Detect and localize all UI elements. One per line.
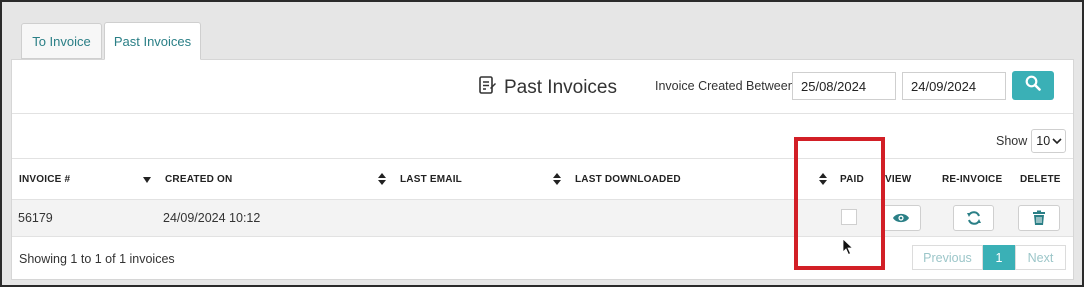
invoices-panel: Past Invoices Invoice Created Between 25… [11, 59, 1074, 280]
table-info: Showing 1 to 1 of 1 invoices [19, 252, 175, 266]
page-title: Past Invoices [478, 75, 617, 101]
date-range-label: Invoice Created Between [655, 79, 795, 93]
table-row: 56179 24/09/2024 10:12 [12, 200, 1073, 237]
next-page-button[interactable]: Next [1015, 245, 1066, 270]
sort-desc-icon[interactable] [143, 175, 151, 189]
page-title-text: Past Invoices [504, 77, 617, 98]
eye-icon [893, 213, 909, 223]
re-invoice-button[interactable] [953, 205, 994, 231]
app-window: To Invoice Past Invoices Past Invoices I… [0, 0, 1084, 287]
column-paid[interactable]: PAID [840, 174, 864, 185]
previous-page-button[interactable]: Previous [912, 245, 983, 270]
column-last-downloaded[interactable]: LAST DOWNLOADED [575, 174, 681, 185]
table-header: INVOICE # CREATED ON LAST EMAIL LAST DOW… [12, 158, 1073, 200]
sort-icon[interactable] [819, 172, 827, 186]
refresh-icon [966, 211, 981, 225]
view-button[interactable] [881, 205, 921, 231]
page-size-select[interactable]: 10 [1031, 129, 1067, 153]
search-icon [1025, 75, 1041, 96]
column-created-on[interactable]: CREATED ON [165, 174, 232, 185]
trash-icon [1033, 210, 1045, 225]
panel-header: Past Invoices Invoice Created Between 25… [12, 60, 1073, 114]
column-last-email[interactable]: LAST EMAIL [400, 174, 462, 185]
column-delete: DELETE [1020, 174, 1061, 185]
column-invoice-number[interactable]: INVOICE # [19, 174, 70, 185]
tab-label: Past Invoices [113, 33, 192, 49]
paid-checkbox[interactable] [841, 209, 857, 225]
show-label: Show [996, 134, 1028, 148]
delete-button[interactable] [1018, 205, 1060, 231]
tab-label: To Invoice [32, 33, 91, 49]
search-button[interactable] [1012, 71, 1054, 100]
column-re-invoice: RE-INVOICE [942, 174, 1003, 185]
sort-icon[interactable] [553, 172, 561, 186]
column-view: VIEW [885, 174, 912, 185]
pagination: Previous 1 Next [912, 245, 1066, 270]
page-size-value: 10 [1036, 134, 1051, 148]
date-to-input[interactable]: 24/09/2024 [902, 72, 1006, 100]
document-edit-icon [478, 75, 496, 101]
sort-icon[interactable] [378, 172, 386, 186]
tab-to-invoice[interactable]: To Invoice [21, 23, 102, 59]
created-on-cell: 24/09/2024 10:12 [163, 211, 261, 225]
invoice-number-cell: 56179 [18, 211, 53, 225]
date-from-input[interactable]: 25/08/2024 [792, 72, 896, 100]
mouse-cursor-icon [842, 238, 854, 256]
tab-past-invoices[interactable]: Past Invoices [104, 22, 201, 60]
chevron-down-icon [1052, 138, 1062, 145]
page-1-button[interactable]: 1 [983, 245, 1015, 270]
page-size-control: Show 10 [996, 129, 1067, 153]
